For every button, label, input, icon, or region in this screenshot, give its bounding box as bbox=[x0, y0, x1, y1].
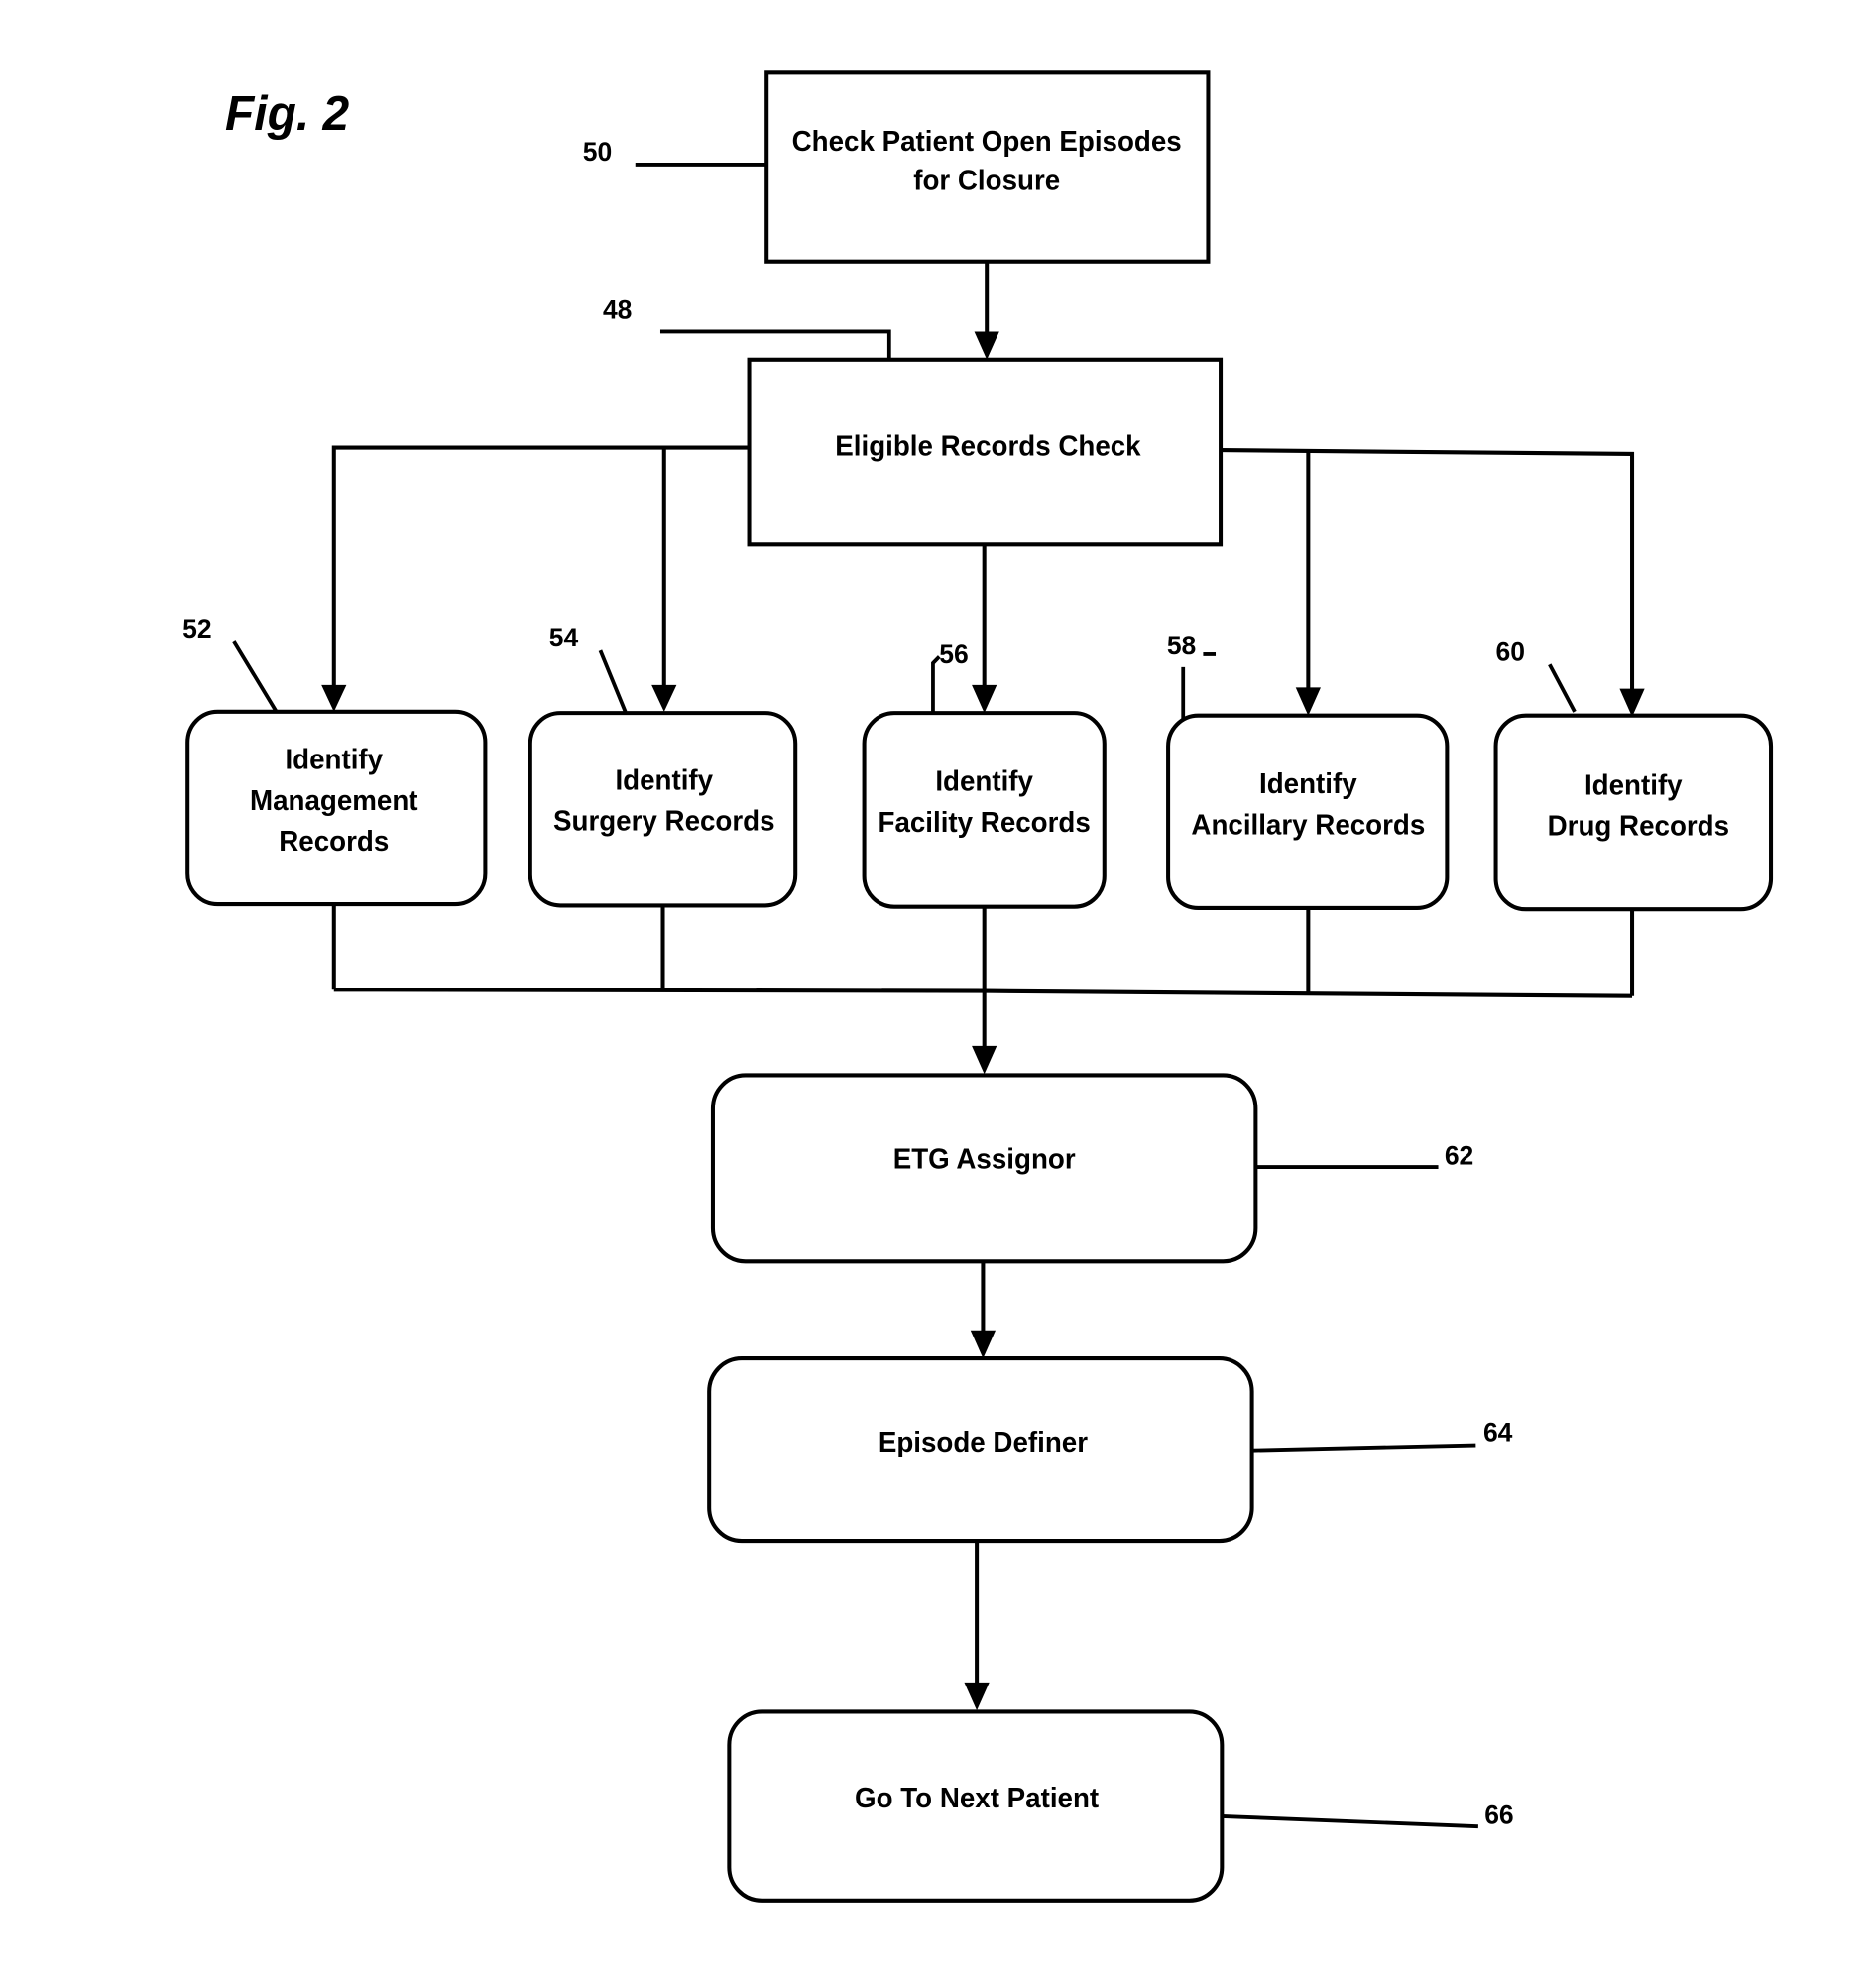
node-label-line: Identify bbox=[615, 764, 713, 795]
node-label-line: Records bbox=[279, 826, 389, 857]
node-label-line: Identify bbox=[1584, 769, 1683, 800]
ref-number-66: 66 bbox=[1484, 1800, 1513, 1829]
ref-leader-64 bbox=[1251, 1443, 1476, 1453]
node-check-open-episodes: Check Patient Open Episodes for Closure bbox=[764, 70, 1211, 264]
figure-title: Fig. 2 bbox=[225, 87, 349, 142]
node-eligible-records-check: Eligible Records Check bbox=[747, 357, 1224, 547]
node-label-line: for Closure bbox=[913, 165, 1060, 195]
ref-number-62: 62 bbox=[1445, 1140, 1473, 1170]
node-identify-ancillary-records: Identify Ancillary Records bbox=[1166, 713, 1450, 911]
edge-48-52 bbox=[331, 445, 750, 689]
node-label-line: Ancillary Records bbox=[1191, 809, 1425, 840]
node-label-line: Identify bbox=[1259, 768, 1357, 799]
arrowhead bbox=[651, 684, 677, 712]
ref-number-54: 54 bbox=[549, 623, 579, 652]
edge-48-60 bbox=[1221, 448, 1635, 693]
node-label-line: Identify bbox=[935, 765, 1033, 796]
ref-leader-66 bbox=[1222, 1813, 1478, 1829]
node-go-to-next-patient: Go To Next Patient bbox=[727, 1709, 1225, 1903]
node-label-line: Facility Records bbox=[879, 807, 1091, 838]
arrowhead bbox=[1295, 687, 1321, 716]
ref-number-50: 50 bbox=[583, 137, 612, 167]
arrowhead bbox=[972, 684, 997, 714]
ref-number-58: 58 bbox=[1167, 631, 1197, 660]
ref-number-64: 64 bbox=[1483, 1417, 1513, 1447]
arrowhead bbox=[972, 1045, 997, 1075]
node-label-line: Management bbox=[250, 785, 418, 816]
node-label-line: Surgery Records bbox=[553, 805, 775, 836]
ref-number-60: 60 bbox=[1496, 637, 1525, 666]
node-episode-definer: Episode Definer bbox=[707, 1356, 1254, 1544]
ref-number-52: 52 bbox=[182, 614, 211, 643]
node-label-line: Drug Records bbox=[1548, 810, 1729, 841]
arrowhead bbox=[1619, 688, 1645, 717]
ref-leader-48 bbox=[659, 329, 891, 360]
arrowhead bbox=[970, 1330, 997, 1359]
ref-leader-52 bbox=[232, 640, 279, 713]
node-label-line: Check Patient Open Episodes bbox=[792, 126, 1182, 157]
flowchart: Fig. 2 Check Patient Open Episodes for C… bbox=[182, 70, 1774, 1903]
arrowhead bbox=[321, 684, 347, 712]
node-identify-surgery-records: Identify Surgery Records bbox=[528, 711, 798, 908]
node-etg-assignor: ETG Assignor bbox=[710, 1073, 1258, 1264]
arrowhead bbox=[974, 331, 999, 360]
node-label-line: Go To Next Patient bbox=[855, 1783, 1099, 1813]
ref-leader-60 bbox=[1548, 663, 1577, 713]
ref-number-48: 48 bbox=[603, 294, 633, 324]
patent-figure: Fig. 2 Check Patient Open Episodes for C… bbox=[0, 0, 1876, 1977]
ref-leader-54 bbox=[598, 649, 628, 713]
node-label-line: Identify bbox=[285, 744, 383, 774]
node-identify-facility-records: Identify Facility Records bbox=[862, 711, 1107, 909]
node-identify-drug-records: Identify Drug Records bbox=[1493, 713, 1774, 912]
node-label-line: Eligible Records Check bbox=[835, 430, 1141, 461]
ref-number-56: 56 bbox=[939, 640, 968, 669]
node-identify-management-records: Identify Management Records bbox=[185, 709, 488, 907]
arrowhead bbox=[964, 1682, 990, 1711]
node-label-line: Episode Definer bbox=[879, 1427, 1088, 1457]
node-label-line: ETG Assignor bbox=[893, 1143, 1076, 1174]
